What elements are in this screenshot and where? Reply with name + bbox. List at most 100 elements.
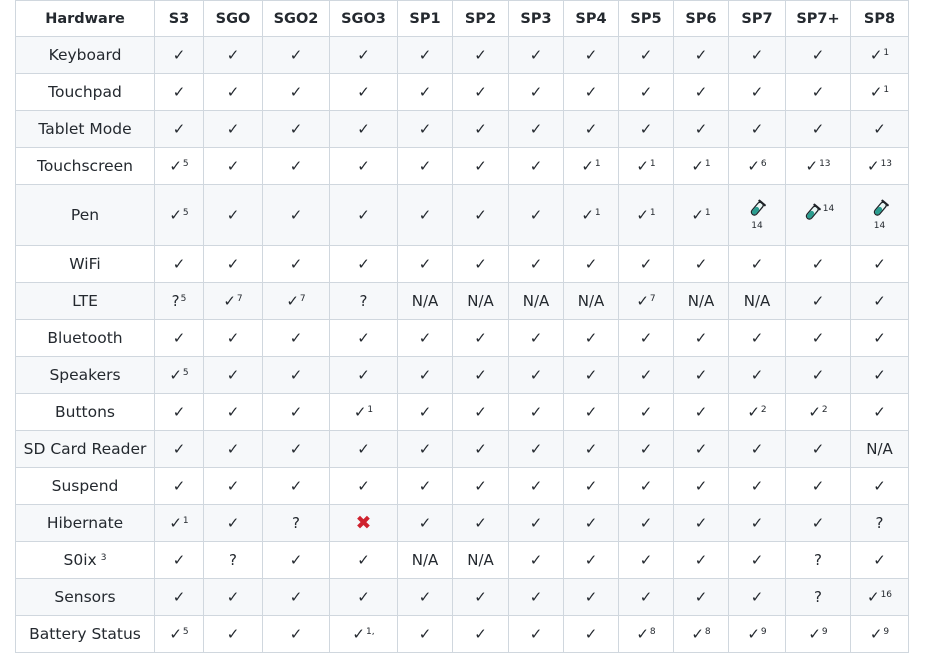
table-row: Suspend ✓ ✓ ✓ ✓ ✓ ✓ ✓ ✓ ✓ ✓ ✓ ✓ ✓ [15, 467, 909, 505]
support-cell: ✓ [262, 393, 330, 431]
support-cell: ✓ [154, 393, 204, 431]
support-cell: ✓ [850, 467, 909, 505]
cross-mark-icon: ✖ [355, 512, 372, 534]
support-cell: ✓ [203, 110, 263, 148]
support-cell: ✓ [563, 615, 619, 653]
support-cell: N/A [850, 430, 909, 468]
support-cell: ✓9 [728, 615, 786, 653]
support-cell: ✓ [397, 245, 453, 283]
support-cell: ✓ [728, 356, 786, 394]
support-cell: ✓ [397, 615, 453, 653]
support-cell: N/A [563, 282, 619, 320]
support-cell: ✓ [728, 467, 786, 505]
support-cell: ✓ [850, 319, 909, 357]
support-cell: ✓ [563, 36, 619, 74]
table-row: Hibernate ✓1 ✓? ✖ ✓ ✓ ✓ ✓ ✓ ✓ ✓ ✓? [15, 504, 909, 542]
table-row: Touchpad ✓ ✓ ✓ ✓ ✓ ✓ ✓ ✓ ✓ ✓ ✓ ✓ ✓1 [15, 73, 909, 111]
support-cell: ✓ [262, 430, 330, 468]
support-cell: ✓1 [673, 147, 729, 185]
support-cell: ✓1 [850, 36, 909, 74]
support-cell: ✓ [154, 541, 204, 579]
support-cell: ✓2 [785, 393, 851, 431]
support-cell: ✓ [618, 393, 674, 431]
support-cell: N/A [452, 541, 509, 579]
support-cell: ✓ [262, 541, 330, 579]
hardware-support-table: Hardware S3 SGO SGO2 SGO3 SP1 SP2 SP3 SP4 SP5 SP6 S… [15, 0, 909, 653]
support-cell: ✓1 [618, 184, 674, 246]
table-row: LTE ?5 ✓7 ✓7? N/A N/A N/A N/A ✓7 N/A N/A ✓ ✓ [15, 282, 909, 320]
support-cell: ✓ [563, 110, 619, 148]
row-label: Battery Status [15, 615, 155, 653]
header-sp7-plus: SP7+ [785, 0, 851, 37]
header-hardware: Hardware [15, 0, 155, 37]
support-cell: ✓ [728, 541, 786, 579]
support-cell: ✓ [508, 36, 564, 74]
support-cell: N/A [728, 282, 786, 320]
support-cell: ✓ [397, 430, 453, 468]
support-cell: ✓ [397, 467, 453, 505]
support-cell: ✓ [452, 319, 509, 357]
support-cell: ✓ [397, 73, 453, 111]
support-cell: ✓ [203, 319, 263, 357]
support-cell: ✓ [262, 615, 330, 653]
support-cell: ✓ [329, 467, 398, 505]
row-label: LTE [15, 282, 155, 320]
support-cell: ✓ [154, 319, 204, 357]
support-cell: ✓ [618, 541, 674, 579]
support-cell: ✓ [618, 467, 674, 505]
support-cell: ✓ [563, 356, 619, 394]
support-cell: ? [262, 504, 330, 542]
support-cell: ✓ [618, 430, 674, 468]
support-cell: ✓1 [154, 504, 204, 542]
support-cell: ✓ [728, 430, 786, 468]
header-sp2: SP2 [452, 0, 509, 37]
support-cell: ✓ [262, 73, 330, 111]
support-cell: ✓5 [154, 147, 204, 185]
support-cell: ✓ [262, 36, 330, 74]
support-cell: ✓ [673, 467, 729, 505]
test-tube-icon [747, 199, 767, 219]
support-cell: ✓ [329, 430, 398, 468]
support-cell: ✓ [673, 430, 729, 468]
support-cell-cross: ✖ [329, 504, 398, 542]
support-cell: ✓ [673, 319, 729, 357]
support-cell: ✓ [850, 541, 909, 579]
row-label: Bluetooth [15, 319, 155, 357]
support-cell: ? [203, 541, 263, 579]
support-cell: ✓ [452, 36, 509, 74]
support-cell: ✓ [203, 393, 263, 431]
support-cell: ✓ [397, 36, 453, 74]
support-cell: ✓ [618, 36, 674, 74]
row-label: WiFi [15, 245, 155, 283]
support-cell: ✓ [563, 541, 619, 579]
support-cell: ✓ [203, 184, 263, 246]
support-cell: ✓ [785, 319, 851, 357]
header-sp4: SP4 [563, 0, 619, 37]
support-cell: ✓7 [262, 282, 330, 320]
row-label: Hibernate [15, 504, 155, 542]
support-cell: ✓ [618, 504, 674, 542]
table-row: Touchscreen ✓5 ✓ ✓ ✓ ✓ ✓ ✓ ✓1 ✓1 ✓1 ✓6 ✓13 ✓13 [15, 147, 909, 185]
support-cell: ✓ [618, 110, 674, 148]
support-cell: ✓8 [673, 615, 729, 653]
support-cell: ✓ [203, 245, 263, 283]
support-cell: ✓ [203, 73, 263, 111]
support-cell: ✓ [508, 356, 564, 394]
support-cell: ✓ [262, 110, 330, 148]
support-cell: ✓ [673, 541, 729, 579]
row-label: Touchscreen [15, 147, 155, 185]
support-cell: ✓1 [329, 393, 398, 431]
support-cell: ✓ [785, 467, 851, 505]
support-cell: ✓ [508, 184, 564, 246]
support-cell: ✓ [508, 147, 564, 185]
support-cell: ✓ [673, 36, 729, 74]
support-cell: ✓9 [785, 615, 851, 653]
support-cell: ✓ [154, 245, 204, 283]
row-label: SD Card Reader [15, 430, 155, 468]
support-cell: ✓ [329, 578, 398, 616]
row-label: Sensors [15, 578, 155, 616]
support-cell: ✓ [728, 578, 786, 616]
support-cell: ✓ [397, 504, 453, 542]
support-cell: ? [785, 578, 851, 616]
support-cell: ✓ [452, 184, 509, 246]
